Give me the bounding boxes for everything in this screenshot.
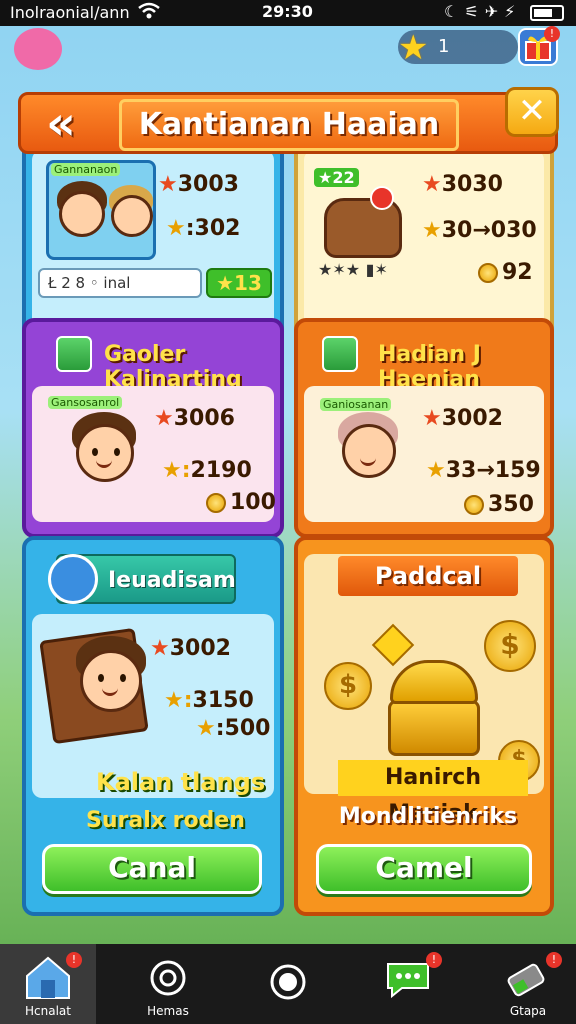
coin-amount: 350 <box>464 492 534 517</box>
card-header: Gaoler Kalinarting <box>104 342 242 392</box>
reward-amount: 92 <box>478 260 533 285</box>
stat-stars: ★:302 <box>166 216 241 241</box>
book-boy-portrait <box>39 624 166 745</box>
stat-stars: ★30→030 <box>422 218 537 243</box>
card-header: Paddcal <box>338 556 518 596</box>
star-count: 1 <box>438 36 450 57</box>
status-bar: Inolraonial/ann 29:30 ☾⚟✈⚡ <box>0 0 576 26</box>
cancel-button[interactable]: Canal <box>42 844 262 894</box>
card-bottom-right[interactable]: Paddcal $ $ $ Hanirch Maniak Mondlitienr… <box>294 536 554 916</box>
info-text-2: Mondlitienriks <box>338 804 518 829</box>
profile-bubble[interactable] <box>14 28 62 70</box>
stat-rating: ★3002 <box>150 636 231 661</box>
battery-icon <box>530 5 564 21</box>
nav-label: Hcnalat <box>25 1004 71 1018</box>
nav-item-home[interactable]: ! Hcnalat <box>0 944 96 1024</box>
stat-rating: ★3030 <box>422 172 503 197</box>
characters-portrait: Gannanaon <box>46 160 156 260</box>
gift-button[interactable]: ! <box>518 26 560 66</box>
star-icon: ★ <box>216 271 235 295</box>
info-text-1: Kalan tlangs <box>96 768 266 796</box>
close-box-icon <box>322 336 358 372</box>
coin-icon: $ <box>324 662 372 710</box>
stat-stars: ★:2190 <box>162 458 252 483</box>
coin-amount: 100 <box>206 490 276 515</box>
grandma-portrait: Ganiosanan <box>320 398 420 508</box>
card-bottom-left[interactable]: Ieuadisam ★3002 ★:3150 ★:500 Kalan tlang… <box>22 536 284 916</box>
nav-item-gtapa[interactable]: ! Gtapa <box>480 944 576 1024</box>
stat-stars: ★:3150 <box>164 688 254 713</box>
page-title: Kantianan Haaian <box>119 99 459 151</box>
close-box-icon <box>56 336 92 372</box>
main-panel: Gannanaon ★3003 ★:302 Ł 2 8 ◦ inal ★13 ★… <box>18 87 559 922</box>
nav-item-chat[interactable]: ! <box>360 944 456 1024</box>
stat-stars-row: ★✶★ ▮✶ <box>318 260 388 279</box>
chat-icon <box>387 963 429 999</box>
bottom-nav: ! Hcnalat Hemas ! ! Gtapa <box>0 944 576 1024</box>
shop-icon <box>48 554 98 604</box>
nav-label: Hemas <box>147 1004 189 1018</box>
stat-rating: ★3002 <box>422 406 503 431</box>
target-icon <box>150 960 186 996</box>
card-tag: ★22 <box>314 168 359 187</box>
clock: 29:30 <box>262 2 313 21</box>
boy-portrait: Gansosanrol <box>48 396 158 516</box>
card-header-ribbon: Ieuadisam <box>48 554 236 604</box>
card-tag: Ganiosanan <box>320 398 392 411</box>
card-header: Ieuadisam <box>108 568 236 593</box>
card-tag: Gansosanrol <box>48 396 123 409</box>
status-icons: ☾⚟✈⚡ <box>444 2 522 21</box>
card-header: Hadian J Haenian <box>378 342 481 392</box>
nav-badge: ! <box>66 952 82 968</box>
record-icon <box>270 964 306 1000</box>
coin-icon <box>464 495 484 515</box>
star-counter: ★ 1 <box>398 28 518 68</box>
stat-rating: ★3006 <box>154 406 235 431</box>
progress-bar: Ł 2 8 ◦ inal <box>38 268 202 298</box>
star-icon: ★ <box>398 28 429 68</box>
progress-label: Ł 2 8 ◦ inal <box>48 274 131 292</box>
card-mid-left[interactable]: Gaoler Kalinarting Gansosanrol ★3006 ★:2… <box>22 318 284 538</box>
coin-icon <box>478 263 498 283</box>
info-text-2: Suralx roden <box>86 808 245 833</box>
backpack-image: ★22 <box>312 168 412 268</box>
coin-icon: $ <box>484 620 536 672</box>
nav-item-center[interactable] <box>240 944 336 1024</box>
coin-icon <box>206 493 226 513</box>
card-tag: Gannanaon <box>51 163 121 176</box>
nav-badge: ! <box>426 952 442 968</box>
tool-icon <box>507 963 545 997</box>
nav-label: Gtapa <box>509 1004 547 1018</box>
carrier-label: Inolraonial/ann <box>10 3 130 22</box>
gift-badge: ! <box>544 26 560 42</box>
info-text-1: Hanirch Maniak <box>338 760 528 826</box>
came-button[interactable]: Camel <box>316 844 532 894</box>
back-button[interactable]: « <box>31 100 91 149</box>
stat-stars: ★33→159 <box>426 458 541 483</box>
reward-pill: ★13 <box>206 268 272 298</box>
nav-badge: ! <box>546 952 562 968</box>
wifi-icon <box>138 2 160 24</box>
stat-bonus: ★:500 <box>196 716 271 741</box>
nav-item-hemas[interactable]: Hemas <box>120 944 216 1024</box>
close-button[interactable]: ✕ <box>505 87 559 137</box>
card-mid-right[interactable]: Hadian J Haenian Ganiosanan ★3002 ★33→15… <box>294 318 554 538</box>
stat-rating: ★3003 <box>158 172 239 197</box>
title-bar: « Kantianan Haaian ✕ <box>18 87 559 154</box>
